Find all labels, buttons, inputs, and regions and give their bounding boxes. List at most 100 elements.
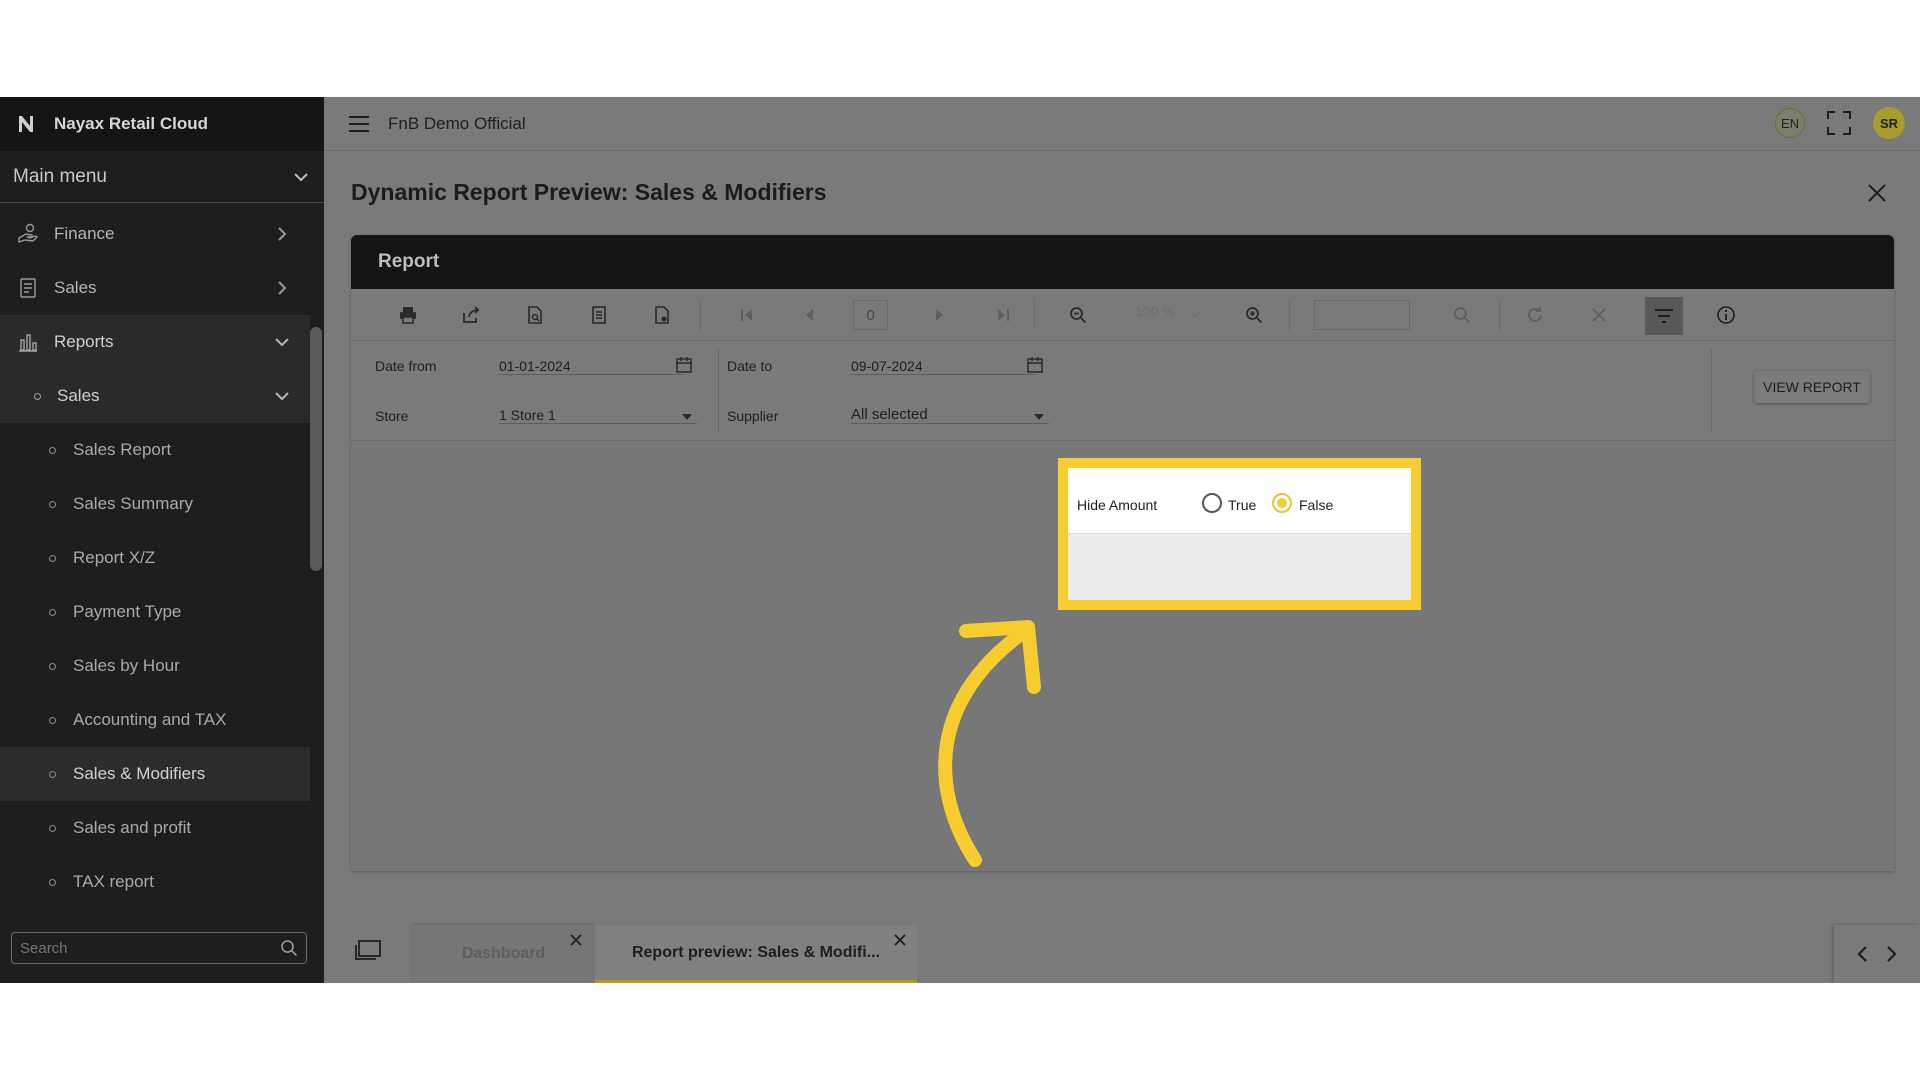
sidebar-item-label: Sales and profit (73, 818, 192, 837)
bullet-icon (49, 824, 56, 832)
param-divider (1711, 349, 1712, 433)
sidebar-item-sales[interactable]: Sales (0, 261, 310, 315)
calendar-icon[interactable] (675, 356, 693, 374)
sidebar-search-input[interactable] (20, 939, 280, 957)
toolbar-divider (1289, 299, 1290, 331)
sidebar-item-label: Finance (54, 224, 115, 243)
sidebar-item-label: Sales Report (73, 440, 172, 459)
close-icon[interactable] (569, 933, 583, 947)
sidebar-menu: Finance Sales Reports Sales Sales Report… (0, 207, 310, 909)
sidebar-item-label: Payment Type (73, 602, 182, 621)
radio-label-false: False (1299, 497, 1334, 513)
cancel-icon[interactable] (1588, 304, 1610, 326)
main-menu-toggle[interactable]: Main menu (0, 151, 324, 203)
date-to-label: Date to (727, 358, 773, 374)
fullscreen-icon[interactable] (1825, 109, 1853, 137)
info-icon[interactable] (1715, 304, 1737, 326)
sidebar-search (11, 932, 307, 964)
dropdown-arrow-icon[interactable] (681, 412, 693, 422)
close-icon[interactable] (1866, 182, 1888, 204)
sidebar-report-link[interactable]: Sales Report (0, 423, 310, 477)
zoom-in-icon[interactable] (1243, 304, 1265, 326)
sidebar-scrollbar[interactable] (310, 327, 322, 571)
sidebar-report-link[interactable]: Sales by Hour (0, 639, 310, 693)
toolbar-divider (1499, 299, 1500, 331)
sidebar-report-link[interactable]: Payment Type (0, 585, 310, 639)
bullet-icon (49, 554, 56, 562)
main-menu-label: Main menu (13, 165, 107, 187)
sidebar-item-label: Sales by Hour (73, 656, 180, 675)
chevron-down-icon[interactable] (1189, 309, 1201, 321)
date-to-field[interactable]: 09-07-2024 (851, 358, 1036, 375)
print-icon[interactable] (397, 304, 419, 326)
chevron-down-icon (275, 392, 289, 401)
first-page-icon[interactable] (736, 304, 758, 326)
sidebar-report-link[interactable]: Report X/Z (0, 531, 310, 585)
sidebar-item-label: Reports (54, 332, 114, 351)
app-title: Nayax Retail Cloud (54, 114, 208, 133)
sidebar-item-reports[interactable]: Reports (0, 315, 310, 369)
close-icon[interactable] (893, 933, 907, 947)
previous-page-icon[interactable] (799, 304, 821, 326)
search-icon[interactable] (1451, 304, 1473, 326)
chevron-right-icon (278, 227, 287, 241)
export-icon[interactable] (460, 304, 482, 326)
page-title: Dynamic Report Preview: Sales & Modifier… (351, 179, 827, 205)
supplier-label: Supplier (727, 408, 779, 424)
organization-name: FnB Demo Official (388, 113, 526, 133)
tab-label: Report preview: Sales & Modifi... (631, 943, 881, 961)
sidebar-report-link[interactable]: Sales and profit (0, 801, 310, 855)
parameters-toggle-button[interactable] (1645, 297, 1683, 335)
bullet-icon (49, 878, 56, 886)
language-selector[interactable]: EN (1775, 108, 1805, 138)
hamburger-menu-icon[interactable] (348, 115, 370, 133)
page-number-input[interactable]: 0 (853, 300, 888, 330)
tab-dashboard[interactable]: Dashboard (412, 925, 595, 983)
app-window: Nayax Retail Cloud Main menu Finance Sal… (0, 97, 1920, 983)
sales-icon (15, 275, 41, 301)
sidebar-item-finance[interactable]: Finance (0, 207, 310, 261)
report-toolbar: 0 100 % (351, 289, 1894, 341)
report-search-input[interactable] (1314, 300, 1410, 330)
document-icon[interactable] (588, 304, 610, 326)
view-report-button[interactable]: VIEW REPORT (1754, 371, 1870, 403)
sidebar-subitem-sales[interactable]: Sales (0, 369, 310, 423)
date-from-field[interactable]: 01-01-2024 (499, 358, 684, 375)
windows-icon[interactable] (354, 939, 382, 961)
tab-report-preview[interactable]: Report preview: Sales & Modifi... (595, 925, 917, 983)
chevron-left-icon[interactable] (1856, 945, 1870, 963)
calendar-icon[interactable] (1026, 356, 1044, 374)
dropdown-arrow-icon[interactable] (1033, 412, 1045, 422)
filter-icon (1655, 309, 1673, 323)
sidebar-item-label: TAX report (73, 872, 154, 891)
document-settings-icon[interactable] (651, 304, 673, 326)
last-page-icon[interactable] (992, 304, 1014, 326)
sidebar-item-label: Sales & Modifiers (73, 764, 206, 783)
bullet-icon (34, 392, 41, 400)
top-bar: FnB Demo Official EN SR (324, 97, 1920, 151)
next-page-icon[interactable] (928, 304, 950, 326)
chevron-right-icon[interactable] (1884, 945, 1898, 963)
search-icon[interactable] (280, 939, 298, 957)
user-avatar[interactable]: SR (1873, 107, 1905, 139)
hide-amount-true-radio[interactable] (1202, 493, 1222, 513)
hide-amount-label: Hide Amount (1077, 497, 1158, 513)
radio-label-true: True (1228, 497, 1257, 513)
toolbar-divider (1034, 299, 1035, 331)
hide-amount-parameter: Hide Amount True False (1068, 468, 1411, 534)
bullet-icon (49, 662, 56, 670)
refresh-icon[interactable] (1524, 304, 1546, 326)
sidebar-report-link[interactable]: Sales Summary (0, 477, 310, 531)
sidebar-report-link[interactable]: TAX report (0, 855, 310, 909)
chevron-down-icon (294, 172, 308, 181)
document-search-icon[interactable] (524, 304, 546, 326)
sidebar-item-label: Sales (54, 278, 97, 297)
supplier-select[interactable]: All selected (851, 406, 1049, 424)
zoom-out-icon[interactable] (1067, 304, 1089, 326)
hide-amount-false-radio[interactable] (1272, 493, 1292, 513)
zoom-level[interactable]: 100 % (1135, 303, 1175, 319)
store-select[interactable]: 1 Store 1 (499, 407, 697, 424)
sidebar-report-link[interactable]: Accounting and TAX (0, 693, 310, 747)
toolbar-divider (700, 299, 701, 331)
sidebar-report-link-active[interactable]: Sales & Modifiers (0, 747, 310, 801)
